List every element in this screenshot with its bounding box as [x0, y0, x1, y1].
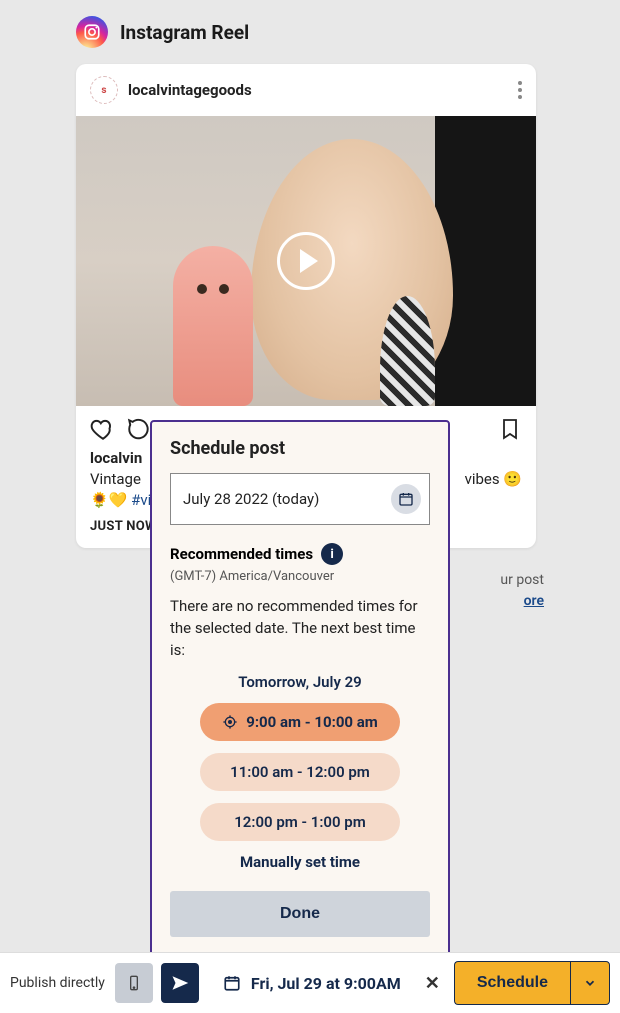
- popup-title: Schedule post: [170, 438, 430, 459]
- chevron-down-icon: [583, 976, 597, 990]
- time-option-2[interactable]: 11:00 am - 12:00 pm: [200, 753, 400, 791]
- bookmark-icon[interactable]: [498, 417, 522, 441]
- calendar-icon[interactable]: [391, 484, 421, 514]
- target-icon: [222, 714, 238, 730]
- instagram-icon: [76, 16, 108, 48]
- recommendation-message: There are no recommended times for the s…: [170, 596, 430, 661]
- post-media[interactable]: [76, 116, 536, 406]
- publish-directly-label: Publish directly: [10, 975, 105, 991]
- date-picker-field[interactable]: July 28 2022 (today): [170, 473, 430, 525]
- play-icon[interactable]: [277, 232, 335, 290]
- learn-more-link[interactable]: ore: [524, 591, 544, 612]
- info-icon[interactable]: i: [321, 543, 343, 565]
- recommended-label: Recommended times: [170, 545, 313, 563]
- mobile-mode-button[interactable]: [115, 963, 153, 1003]
- send-mode-button[interactable]: [161, 963, 199, 1003]
- done-button[interactable]: Done: [170, 891, 430, 937]
- time-option-3[interactable]: 12:00 pm - 1:00 pm: [200, 803, 400, 841]
- calendar-icon: [223, 974, 241, 992]
- timezone-label: (GMT-7) America/Vancouver: [170, 569, 430, 584]
- like-icon[interactable]: [90, 416, 116, 442]
- scheduled-date-display[interactable]: Fri, Jul 29 at 9:00AM: [251, 974, 401, 993]
- post-username[interactable]: localvintagegoods: [128, 81, 252, 99]
- schedule-popup: Schedule post July 28 2022 (today) Recom…: [150, 420, 450, 957]
- date-value: July 28 2022 (today): [183, 490, 319, 508]
- more-options-icon[interactable]: [518, 81, 522, 99]
- clear-date-button[interactable]: ✕: [421, 969, 444, 998]
- bottom-bar: Publish directly Fri, Jul 29 at 9:00AM ✕…: [0, 952, 620, 1013]
- manual-time-link[interactable]: Manually set time: [170, 853, 430, 871]
- avatar[interactable]: s: [90, 76, 118, 104]
- next-best-label: Tomorrow, July 29: [170, 673, 430, 691]
- schedule-dropdown-button[interactable]: [570, 961, 610, 1005]
- time-option-1[interactable]: 9:00 am - 10:00 am: [200, 703, 400, 741]
- schedule-button[interactable]: Schedule: [454, 961, 570, 1005]
- comment-icon[interactable]: [126, 416, 152, 442]
- page-title: Instagram Reel: [120, 21, 249, 44]
